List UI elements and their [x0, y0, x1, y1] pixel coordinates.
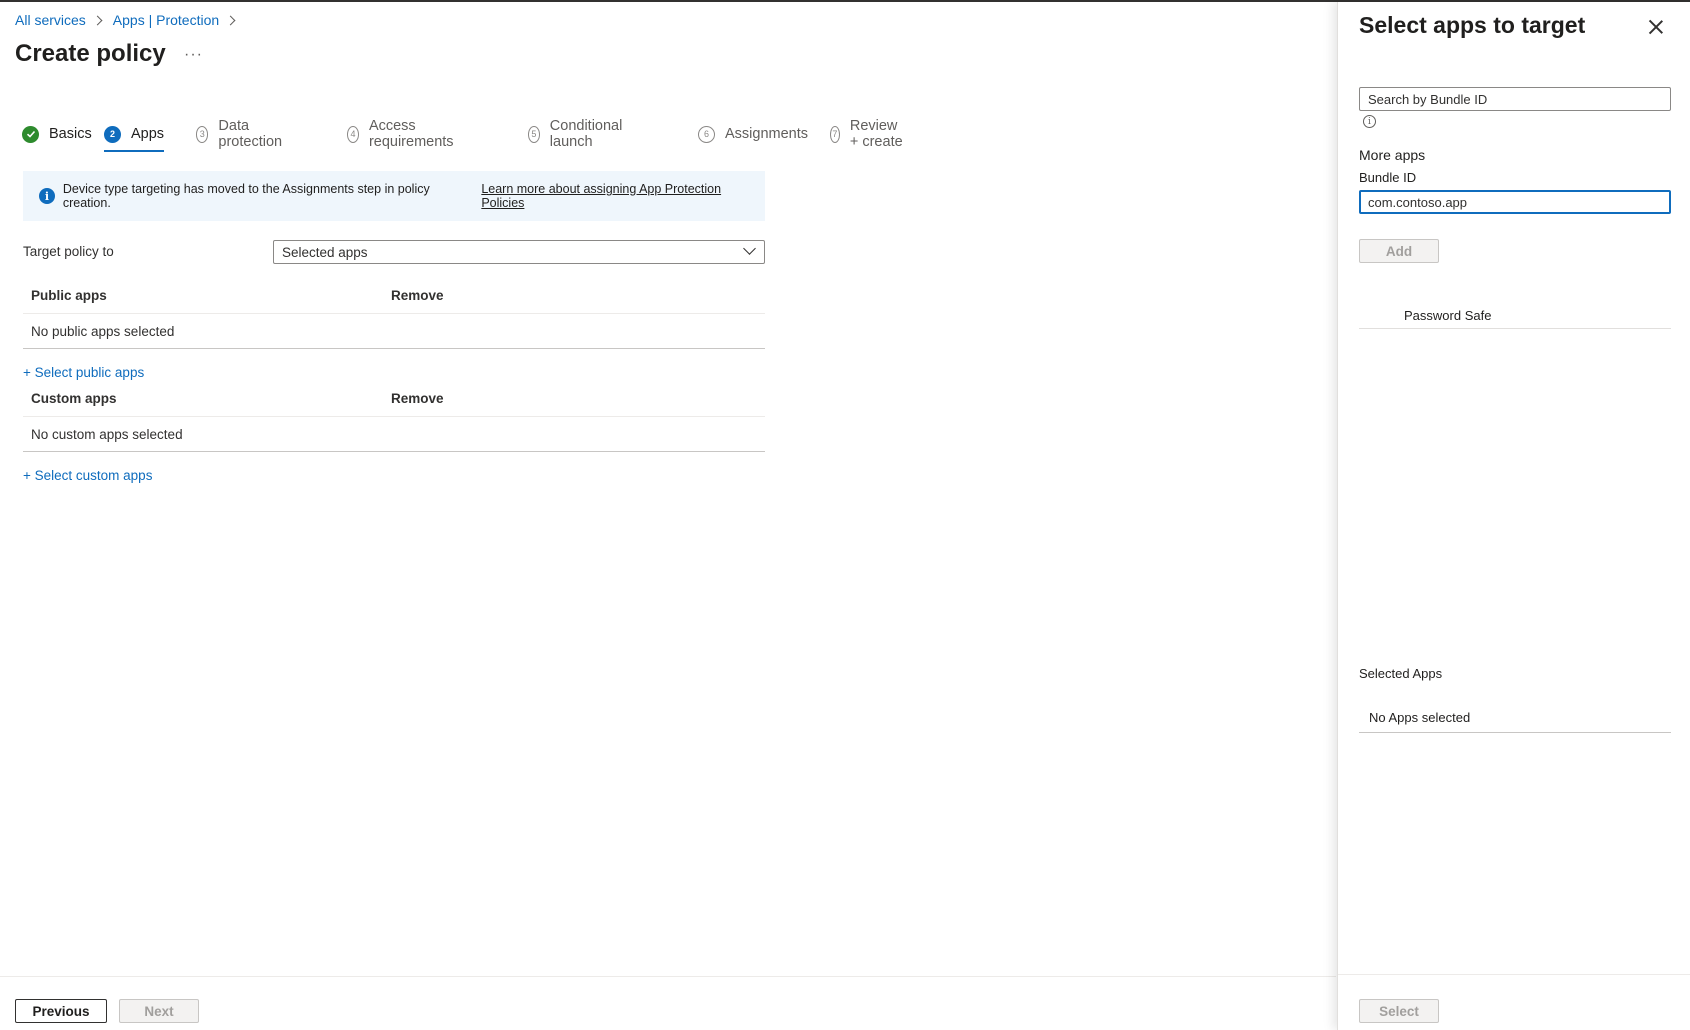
step-review-create[interactable]: 7 Review + create: [830, 118, 905, 150]
no-apps-selected-row: No Apps selected: [1359, 702, 1671, 733]
panel-footer-divider: [1338, 974, 1690, 975]
footer-divider: [0, 976, 1336, 977]
step-apps[interactable]: 2 Apps: [104, 123, 165, 152]
bundle-id-label: Bundle ID: [1359, 170, 1417, 185]
bundle-id-input[interactable]: [1359, 190, 1671, 214]
column-header-remove: Remove: [391, 288, 444, 303]
step-number-icon: 7: [830, 125, 840, 143]
info-icon[interactable]: i: [1363, 115, 1376, 128]
select-button[interactable]: Select: [1359, 999, 1439, 1023]
more-apps-heading: More apps: [1359, 147, 1426, 163]
step-number-icon: 3: [196, 125, 209, 143]
select-custom-apps-link[interactable]: + Select custom apps: [23, 468, 152, 483]
target-policy-label: Target policy to: [23, 244, 114, 259]
step-label: Apps: [131, 126, 165, 142]
step-number-icon: 6: [698, 125, 715, 143]
chevron-right-icon: [92, 15, 103, 25]
next-button[interactable]: Next: [119, 999, 199, 1023]
chevron-right-icon: [225, 15, 236, 25]
banner-text: Device type targeting has moved to the A…: [62, 182, 430, 210]
step-label: Review + create: [849, 118, 903, 150]
info-banner: i Device type targeting has moved to the…: [23, 171, 765, 221]
page-title: Create policy: [15, 40, 166, 67]
add-button[interactable]: Add: [1359, 239, 1439, 263]
target-policy-dropdown[interactable]: Selected apps: [273, 240, 765, 264]
breadcrumb-all-services[interactable]: All services: [15, 12, 86, 28]
main-content: All services Apps | Protection Create po…: [0, 2, 1336, 1030]
step-assignments[interactable]: 6 Assignments: [698, 123, 808, 145]
step-number-icon: 2: [104, 125, 121, 143]
info-icon: i: [39, 188, 55, 204]
dropdown-value: Selected apps: [282, 244, 368, 260]
empty-row: No public apps selected: [23, 314, 765, 349]
breadcrumb-apps-protection[interactable]: Apps | Protection: [113, 12, 219, 28]
step-conditional-launch[interactable]: 5 Conditional launch: [528, 118, 628, 150]
select-apps-panel: Select apps to target i More apps Bundle…: [1337, 2, 1690, 1030]
empty-row: No custom apps selected: [23, 417, 765, 452]
step-label: Basics: [49, 126, 92, 142]
column-header-custom-apps: Custom apps: [31, 391, 117, 406]
step-number-icon: 5: [528, 125, 540, 143]
breadcrumb: All services Apps | Protection: [15, 12, 246, 28]
step-label: Conditional launch: [549, 118, 623, 150]
more-options-icon[interactable]: ···: [184, 46, 203, 64]
column-header-public-apps: Public apps: [31, 288, 107, 303]
list-item-password-safe[interactable]: Password Safe: [1359, 302, 1671, 329]
select-public-apps-link[interactable]: + Select public apps: [23, 365, 144, 380]
learn-more-link[interactable]: Learn more about assigning App Protectio…: [481, 182, 765, 210]
table-header: Public apps Remove: [23, 278, 765, 314]
previous-button[interactable]: Previous: [15, 999, 107, 1023]
panel-title: Select apps to target: [1359, 12, 1586, 38]
step-basics[interactable]: Basics: [22, 123, 92, 145]
step-access-requirements[interactable]: 4 Access requirements: [347, 118, 459, 150]
public-apps-table: Public apps Remove No public apps select…: [23, 278, 765, 349]
step-data-protection[interactable]: 3 Data protection: [196, 118, 287, 150]
column-header-remove: Remove: [391, 391, 444, 406]
step-label: Assignments: [725, 126, 809, 142]
selected-apps-heading: Selected Apps: [1359, 666, 1443, 681]
step-label: Access requirements: [368, 118, 454, 150]
step-number-icon: 4: [347, 125, 359, 143]
step-label: Data protection: [218, 118, 283, 150]
close-icon[interactable]: [1647, 18, 1665, 36]
table-header: Custom apps Remove: [23, 381, 765, 417]
search-bundle-id-input[interactable]: [1359, 87, 1671, 111]
chevron-down-icon: [743, 242, 756, 255]
checkmark-icon: [22, 125, 39, 143]
custom-apps-table: Custom apps Remove No custom apps select…: [23, 381, 765, 452]
